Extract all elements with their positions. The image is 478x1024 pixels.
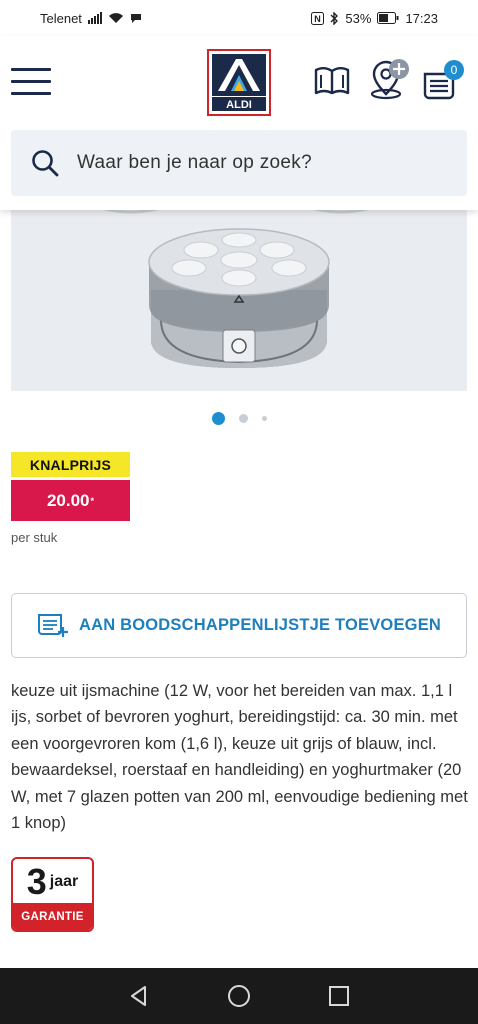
add-to-shopping-list-button[interactable]: AAN BOODSCHAPPENLIJSTJE TOEVOEGEN [11, 593, 467, 658]
carrier-label: Telenet [40, 10, 82, 26]
status-bar: Telenet N 53% 17:23 [0, 0, 478, 36]
recents-icon[interactable] [328, 985, 350, 1007]
app-header: ALDI 0 Waar ben je naar op zoek? [0, 36, 478, 210]
shopping-list-count-badge: 0 [444, 60, 464, 80]
wifi-icon [108, 13, 123, 23]
logo-text: ALDI [226, 99, 252, 111]
guarantee-label: GARANTIE [13, 903, 92, 930]
search-bar[interactable]: Waar ben je naar op zoek? [11, 130, 467, 196]
bluetooth-icon [330, 11, 339, 25]
guarantee-badge: 3 jaar GARANTIE [11, 857, 94, 932]
price-value: 20.00 [46, 490, 90, 510]
battery-percent: 53% [345, 10, 372, 26]
guarantee-years: 3 [26, 861, 47, 902]
battery-icon [377, 12, 399, 24]
price-unit: per stuk [11, 530, 58, 545]
shopping-list-icon[interactable]: 0 [422, 60, 468, 100]
svg-text:N: N [315, 14, 322, 24]
chat-icon [130, 14, 141, 23]
system-navigation-bar [0, 968, 478, 1024]
store-locator-add-icon[interactable] [368, 58, 412, 100]
menu-icon[interactable] [11, 68, 51, 96]
aldi-logo[interactable]: ALDI [207, 49, 271, 116]
search-input[interactable]: Waar ben je naar op zoek? [77, 152, 312, 174]
home-icon[interactable] [227, 984, 251, 1008]
price-promo-label: KNALPRIJS [11, 452, 130, 477]
product-description: keuze uit ijsmachine (12 W, voor het ber… [11, 682, 468, 833]
guarantee-unit: jaar [49, 873, 79, 890]
price-footnote-mark: * [90, 495, 95, 506]
list-add-icon [37, 613, 68, 637]
carousel-dot[interactable] [261, 416, 267, 421]
folder-book-icon[interactable] [314, 66, 350, 96]
add-to-shopping-list-label: AAN BOODSCHAPPENLIJSTJE TOEVOEGEN [78, 616, 442, 634]
carousel-dot[interactable] [238, 414, 248, 423]
nfc-icon: N [311, 11, 325, 25]
back-icon[interactable] [128, 985, 150, 1007]
search-icon [32, 150, 59, 177]
carousel-indicator [0, 412, 478, 425]
carousel-dot-active[interactable] [211, 412, 225, 425]
clock: 17:23 [405, 10, 438, 26]
product-image[interactable] [11, 210, 467, 391]
price-tag: 20.00 * [11, 480, 130, 521]
signal-icon [87, 12, 102, 24]
